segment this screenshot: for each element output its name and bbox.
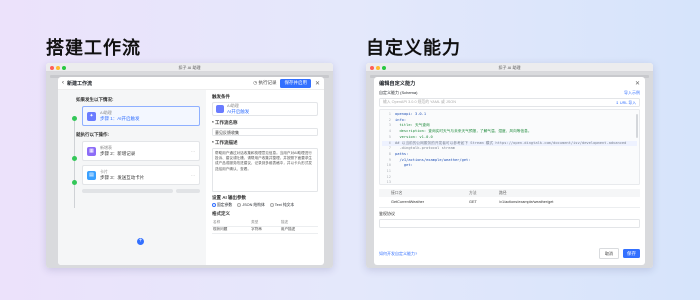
- custom-ability-screenshot: 扣子 AI 助理 编辑自定义能力 ✕ 自定义能力 (Schema) 导入示例 输…: [366, 63, 653, 268]
- table-row[interactable]: GetCurrentWeather GET /v1/actions/exampl…: [379, 197, 640, 208]
- schema-placeholder: 输入 OpenAPI 3.0.0 规范的 YAML 或 JSON: [383, 100, 457, 104]
- placeholder-row: [82, 189, 200, 193]
- action-section-label: 就执行以下操作:: [76, 132, 109, 137]
- help-link[interactable]: 如何开发自定义能力?: [379, 251, 417, 257]
- format-definition-label: 格式定义: [212, 211, 230, 216]
- history-label: 执行记录: [258, 80, 277, 85]
- format-table: 名称 类型 描述 现状问题 字符串 用户描述: [212, 219, 318, 234]
- cancel-button[interactable]: 取消: [599, 248, 619, 259]
- tool-name: GetCurrentWeather: [391, 200, 425, 204]
- save-enable-button[interactable]: 保存并启用: [280, 78, 311, 88]
- description-label: * 工作流描述: [212, 140, 238, 145]
- history-button[interactable]: ◷ 执行记录: [253, 80, 276, 86]
- tools-table: 接口名 方法 路径 GetCurrentWeather GET /v1/acti…: [379, 189, 640, 208]
- trigger-section-label: 如果发生以下情况:: [76, 97, 114, 102]
- dialog-title: 编辑自定义能力: [379, 80, 416, 87]
- schema-input[interactable]: 输入 OpenAPI 3.0.0 规范的 YAML 或 JSON ⇓ URL 导…: [379, 98, 640, 107]
- new-workflow-panel: ‹ 新建工作流 ◷ 执行记录 保存并启用 ✕ 如果发生以下情况: ✦ AI助理 …: [58, 77, 324, 265]
- action-card-send-card[interactable]: ▤ 卡片 步骤 3：发送互动卡片 ⋯: [82, 165, 200, 185]
- window-titlebar: 扣子 AI 助理: [46, 63, 333, 72]
- radio-icon: [212, 203, 216, 207]
- trigger-summary: AI助理 AI开启触发: [212, 102, 318, 116]
- flow-connector-line: [74, 118, 75, 208]
- workflow-canvas: 如果发生以下情况: ✦ AI助理 步骤 1：AI开启触发 就执行以下操作: ▦ …: [58, 90, 206, 265]
- close-icon[interactable]: ✕: [315, 80, 320, 87]
- close-icon[interactable]: ✕: [635, 80, 640, 87]
- schema-label: 自定义能力 (Schema): [379, 90, 418, 95]
- radio-json[interactable]: JSON 结构体: [237, 203, 265, 208]
- minimize-dot-icon[interactable]: [56, 65, 60, 70]
- action-card-step: 步骤 3：发送互动卡片: [100, 175, 145, 180]
- tool-path: /v1/actions/example/weather/get: [499, 200, 554, 204]
- workflow-description-textarea[interactable]: 帮助用户通过对话收集和梳理意见信息。当用户对AI助理进行投诉、建议或吐槽，请帮用…: [212, 148, 318, 192]
- workflow-name-input[interactable]: 意见反馈收集: [212, 128, 318, 136]
- maximize-dot-icon[interactable]: [62, 65, 66, 70]
- radio-icon: [237, 203, 242, 207]
- action-card-add-record[interactable]: ▦ 新增表 步骤 2：新增记录 ⋯: [82, 141, 200, 161]
- window-controls[interactable]: [370, 65, 386, 70]
- trigger-card[interactable]: ✦ AI助理 步骤 1：AI开启触发: [82, 106, 200, 126]
- table-cell[interactable]: 字符串: [250, 226, 280, 234]
- window-titlebar: 扣子 AI 助理: [366, 63, 653, 72]
- ai-assistant-icon: ✦: [87, 111, 96, 121]
- url-import-button[interactable]: ⇓ URL 导入: [616, 100, 636, 106]
- minimize-dot-icon[interactable]: [376, 65, 380, 70]
- name-label: * 工作流名称: [212, 120, 238, 125]
- check-icon: [72, 180, 77, 185]
- section-heading-workflow: 搭建工作流: [46, 38, 141, 58]
- radio-text[interactable]: Text 纯文本: [269, 203, 294, 208]
- dialog-footer: 如何开发自定义能力? 取消 保存: [379, 248, 640, 259]
- edit-custom-ability-dialog: 编辑自定义能力 ✕ 自定义能力 (Schema) 导入示例 输入 OpenAPI…: [374, 77, 645, 265]
- section-heading-custom-ability: 自定义能力: [366, 38, 461, 58]
- more-icon[interactable]: ⋯: [191, 149, 195, 154]
- panel-title: 新建工作流: [67, 80, 93, 87]
- table-icon: ▦: [87, 146, 96, 156]
- table-header: 描述: [279, 219, 318, 227]
- table-row: 现状问题 字符串 用户描述: [212, 226, 318, 234]
- workflow-screenshot: 扣子 AI 助理 ‹ 新建工作流 ◷ 执行记录 保存并启用 ✕ 如果发生以下情况…: [46, 63, 333, 268]
- maximize-dot-icon[interactable]: [382, 65, 386, 70]
- panel-header: ‹ 新建工作流 ◷ 执行记录 保存并启用 ✕: [58, 77, 324, 90]
- auth-select[interactable]: [379, 219, 640, 228]
- table-cell[interactable]: 现状问题: [212, 226, 251, 234]
- trigger-title: 触发条件: [212, 94, 230, 99]
- table-header: 名称: [212, 219, 251, 227]
- schema-row: 自定义能力 (Schema) 导入示例: [374, 89, 645, 97]
- code-line: get:: [395, 163, 413, 168]
- check-icon: [72, 116, 77, 121]
- close-dot-icon[interactable]: [50, 65, 54, 70]
- trigger-step: AI开启触发: [227, 109, 250, 114]
- editor-scrollbar[interactable]: [636, 114, 638, 138]
- window-title: 扣子 AI 助理: [498, 65, 521, 70]
- ai-assistant-icon: [216, 105, 224, 113]
- output-type-radio-group: 固定参数 JSON 结构体 Text 纯文本: [212, 203, 318, 208]
- schema-code-editor[interactable]: 1 openapi: 3.0.1 2 info: 3 title: 天气查询 4 d…: [379, 109, 640, 185]
- back-arrow-icon[interactable]: ‹: [62, 80, 64, 86]
- add-step-button[interactable]: +: [137, 238, 144, 245]
- radio-icon: [269, 203, 274, 207]
- check-icon: [72, 156, 77, 161]
- table-cell[interactable]: 用户描述: [279, 226, 318, 234]
- import-example-link[interactable]: 导入示例: [624, 90, 640, 96]
- trigger-card-step: 步骤 1：AI开启触发: [100, 116, 140, 121]
- card-icon: ▤: [87, 170, 96, 180]
- properties-panel: 触发条件 AI助理 AI开启触发 * 工作流名称 意见反馈收集 * 工作流描述 …: [206, 90, 324, 265]
- dialog-header: 编辑自定义能力 ✕: [374, 77, 645, 89]
- auth-label: 鉴权协议: [379, 211, 395, 216]
- save-button[interactable]: 保存: [623, 249, 640, 258]
- tools-table-header: 接口名 方法 路径: [379, 189, 640, 197]
- output-params-label: 设置 AI 输出参数: [212, 195, 246, 200]
- radio-fixed[interactable]: 固定参数: [212, 203, 232, 208]
- window-title: 扣子 AI 助理: [178, 65, 201, 70]
- action-card-step: 步骤 2：新增记录: [100, 151, 136, 156]
- more-icon[interactable]: ⋯: [191, 173, 195, 178]
- window-controls[interactable]: [50, 65, 66, 70]
- table-header: 类型: [250, 219, 280, 227]
- tool-method: GET: [469, 200, 477, 204]
- close-dot-icon[interactable]: [370, 65, 374, 70]
